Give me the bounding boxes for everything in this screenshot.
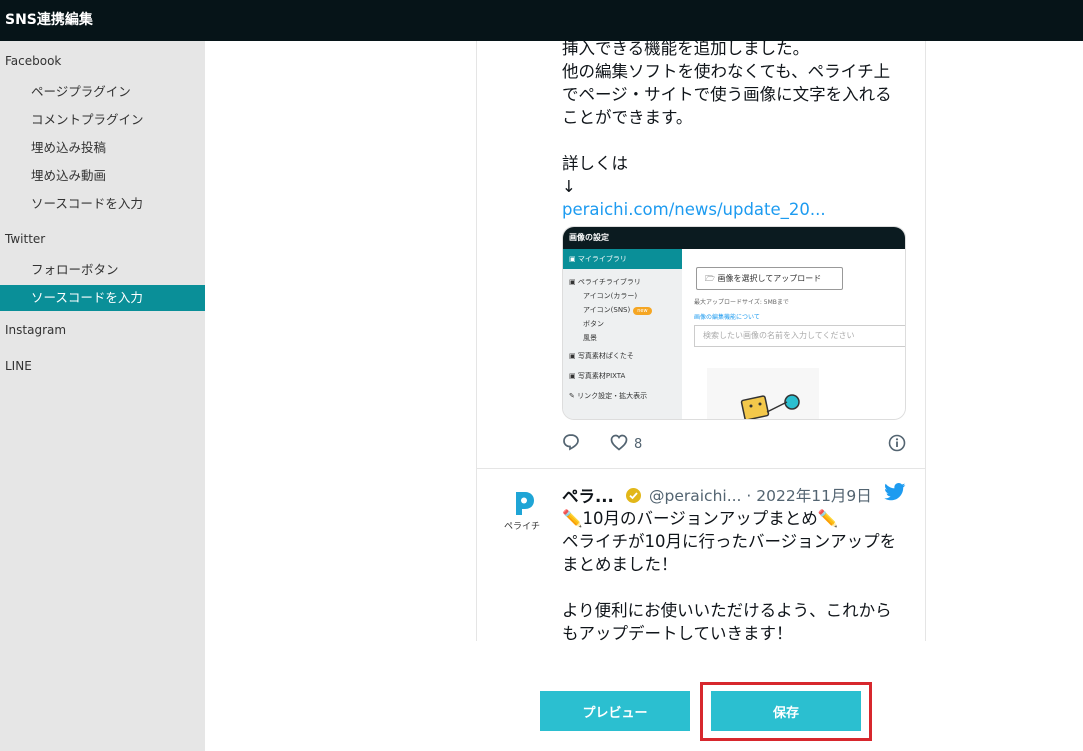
tweet-actions: 8 [562,433,907,453]
verified-badge-icon [626,488,641,503]
twitter-bird-icon[interactable] [884,483,906,501]
sidebar-item-twitter-source-code[interactable]: ソースコードを入力 [0,285,205,311]
card-item-peraichi-library: ▣ ペライチライブラリ [569,278,641,286]
like-count: 8 [634,437,643,452]
sidebar-item-facebook-source-code[interactable]: ソースコードを入力 [0,191,205,217]
tweet-author-name[interactable]: ペラ... [562,483,614,507]
tweet-text: 挿入できる機能を追加しました。 他の編集ソフトを使わなくても、ペライチ上 でペー… [562,41,907,221]
preview-area: 挿入できる機能を追加しました。 他の編集ソフトを使わなくても、ペライチ上 でペー… [205,41,1083,751]
tweet-text-2: ✏️10月のバージョンアップまとめ✏️ ペライチが10月に行ったバージョンアップ… [562,509,897,641]
sidebar-item-embed-video[interactable]: 埋め込み動画 [0,163,205,189]
sidebar-item-embed-post[interactable]: 埋め込み投稿 [0,135,205,161]
sidebar-category-twitter[interactable]: Twitter [5,232,45,246]
preview-button[interactable]: プレビュー [540,691,690,731]
reply-icon[interactable] [562,433,580,451]
sidebar: Facebook ページプラグイン コメントプラグイン 埋め込み投稿 埋め込み動… [0,41,205,751]
like-icon[interactable] [610,434,628,451]
card-search-box: 検索したい画像の名前を入力してください [694,325,905,347]
card-library-list: ▣ マイライブラリ ▣ ペライチライブラリ アイコン(カラー) アイコン(SNS… [563,249,682,419]
twitter-timeline[interactable]: 挿入できる機能を追加しました。 他の編集ソフトを使わなくても、ペライチ上 でペー… [476,41,926,641]
tweet-handle-date[interactable]: @peraichi... · 2022年11月9日 [649,484,872,506]
card-upload-panel: 🗁 画像を選択してアップロード 最大アップロードサイズ: 5MBまで 画像の編集… [682,249,905,419]
sidebar-item-comment-plugin[interactable]: コメントプラグイン [0,107,205,133]
sidebar-item-follow-button[interactable]: フォローボタン [0,257,205,283]
card-item-my-library: ▣ マイライブラリ [563,249,682,269]
sidebar-category-line[interactable]: LINE [5,359,32,373]
sidebar-category-facebook[interactable]: Facebook [5,54,61,68]
tweet-image-card[interactable]: 画像の設定 ▣ マイライブラリ ▣ ペライチライブラリ アイコン(カラー) アイ… [562,226,906,420]
info-icon[interactable] [888,434,906,452]
tweet-divider [477,468,925,469]
app-header: SNS連携編集 [0,0,1083,41]
sidebar-category-instagram[interactable]: Instagram [5,323,66,337]
peraichi-logo-text: ペライチ [503,522,540,532]
card-title: 画像の設定 [563,227,905,249]
card-illustration [707,368,819,419]
card-upload-button: 🗁 画像を選択してアップロード [696,267,843,290]
page-title: SNS連携編集 [5,12,93,28]
save-button[interactable]: 保存 [711,691,861,731]
sidebar-item-page-plugin[interactable]: ページプラグイン [0,79,205,105]
tweet-link[interactable]: peraichi.com/news/update_20... [562,198,907,221]
